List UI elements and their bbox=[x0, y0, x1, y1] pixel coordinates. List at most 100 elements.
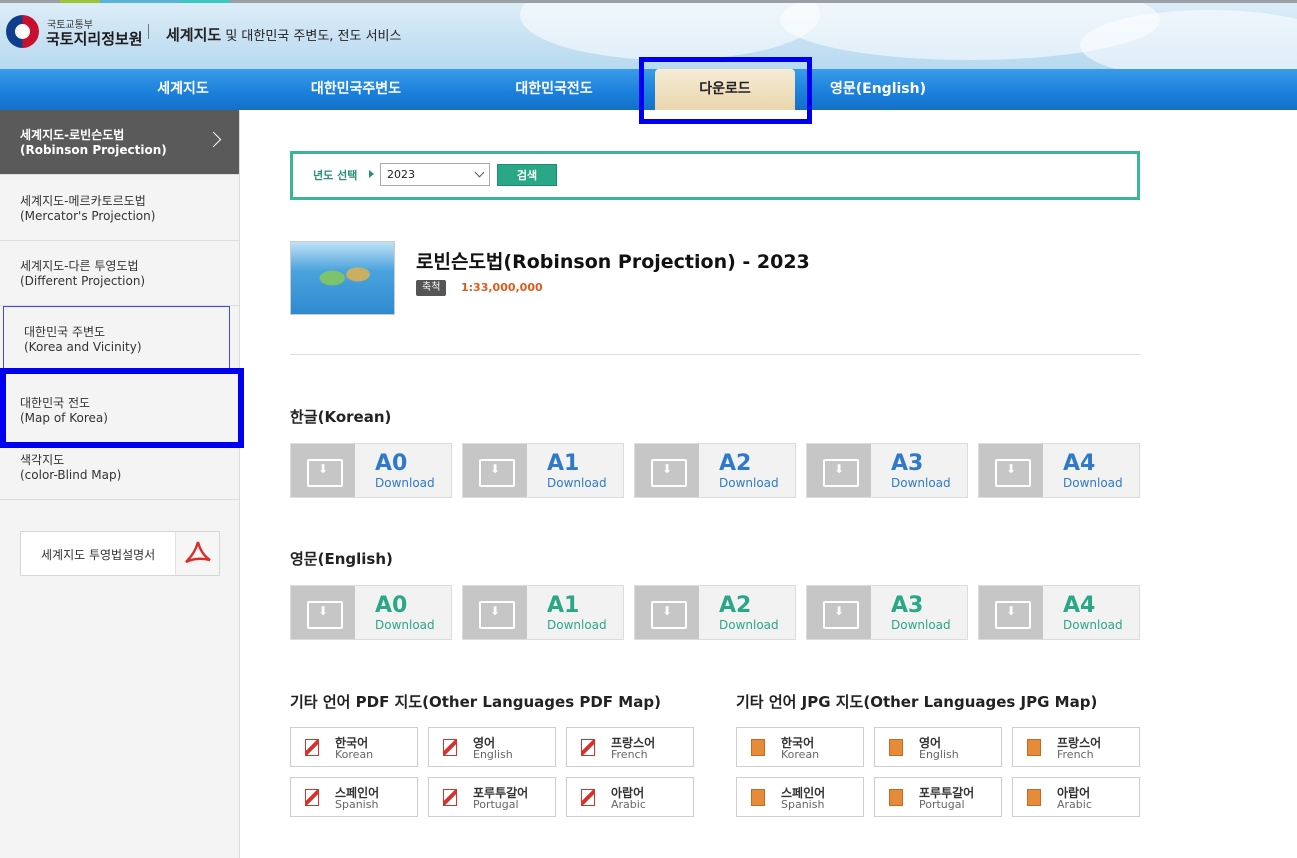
english-download-a1-button[interactable]: A1 Download bbox=[462, 585, 624, 640]
jpg-lang-korean-button[interactable]: 한국어 Korean bbox=[736, 727, 864, 767]
english-download-a2-button[interactable]: A2 Download bbox=[634, 585, 796, 640]
pdf-file-icon bbox=[581, 739, 595, 756]
government-emblem-icon[interactable] bbox=[6, 15, 39, 48]
chevron-down-icon bbox=[474, 167, 485, 178]
sidebar-item-label: 대한민국 전도 bbox=[20, 396, 91, 410]
lang-name-en: Spanish bbox=[781, 798, 825, 811]
jpg-file-icon bbox=[889, 789, 903, 806]
download-folder-icon bbox=[635, 586, 699, 639]
download-folder-icon bbox=[291, 586, 355, 639]
english-download-a3-button[interactable]: A3 Download bbox=[806, 585, 968, 640]
korean-download-a2-button[interactable]: A2 Download bbox=[634, 443, 796, 498]
pdf-file-icon bbox=[305, 739, 319, 756]
jpg-file-icon bbox=[751, 739, 765, 756]
korean-download-a1-button[interactable]: A1 Download bbox=[462, 443, 624, 498]
download-label: Download bbox=[719, 618, 779, 632]
pdf-lang-korean-button[interactable]: 한국어 Korean bbox=[290, 727, 418, 767]
jpg-file-icon bbox=[889, 739, 903, 756]
sidebar-item-label: 대한민국 주변도 bbox=[24, 325, 106, 339]
paper-size: A1 bbox=[547, 593, 580, 618]
sidebar-item-color-blind[interactable]: 색각지도 (color-Blind Map) bbox=[0, 435, 239, 500]
nav-korea-map[interactable]: 대한민국전도 bbox=[496, 69, 612, 110]
service-title-rest: 및 대한민국 주변도, 전도 서비스 bbox=[221, 29, 402, 44]
section-divider bbox=[290, 354, 1140, 355]
jpg-lang-portugal-button[interactable]: 포루투갈어 Portugal bbox=[874, 777, 1002, 817]
sidebar-item-mercator[interactable]: 세계지도-메르카토르도법 (Mercator's Projection) bbox=[0, 176, 239, 241]
download-label: Download bbox=[547, 476, 607, 490]
lang-name-en: Spanish bbox=[335, 798, 379, 811]
agency-logo-text[interactable]: 국토지리정보원 bbox=[46, 28, 143, 49]
jpg-lang-arabic-button[interactable]: 아랍어 Arabic bbox=[1012, 777, 1140, 817]
year-select-value: 2023 bbox=[387, 168, 415, 181]
projection-manual-button[interactable]: 세계지도 투영법설명서 bbox=[20, 531, 220, 576]
jpg-file-icon bbox=[751, 789, 765, 806]
lang-name-en: French bbox=[1057, 748, 1094, 761]
main-nav: 세계지도 대한민국주변도 대한민국전도 영문(English) bbox=[0, 69, 1297, 110]
english-download-a4-button[interactable]: A4 Download bbox=[978, 585, 1140, 640]
download-label: Download bbox=[375, 618, 435, 632]
top-color-stripe bbox=[0, 0, 1297, 3]
other-jpg-section-title: 기타 언어 JPG 지도(Other Languages JPG Map) bbox=[736, 693, 1098, 711]
download-label: Download bbox=[1063, 618, 1123, 632]
sidebar-item-different-projection[interactable]: 세계지도-다른 투영도법 (Different Projection) bbox=[0, 241, 239, 306]
jpg-lang-english-button[interactable]: 영어 English bbox=[874, 727, 1002, 767]
sidebar-item-label: 세계지도-메르카토르도법 bbox=[20, 194, 146, 208]
pdf-lang-arabic-button[interactable]: 아랍어 Arabic bbox=[566, 777, 694, 817]
scale-badge: 축척 bbox=[416, 280, 447, 296]
map-title: 로빈슨도법(Robinson Projection) - 2023 bbox=[416, 251, 810, 273]
sidebar-item-korea-map[interactable]: 대한민국 전도 (Map of Korea) bbox=[0, 378, 239, 443]
download-folder-icon bbox=[463, 586, 527, 639]
jpg-file-icon bbox=[1027, 739, 1041, 756]
pdf-lang-portugal-button[interactable]: 포루투갈어 Portugal bbox=[428, 777, 556, 817]
pdf-lang-french-button[interactable]: 프랑스어 French bbox=[566, 727, 694, 767]
korean-download-a4-button[interactable]: A4 Download bbox=[978, 443, 1140, 498]
projection-manual-label: 세계지도 투영법설명서 bbox=[41, 548, 156, 562]
download-folder-icon bbox=[635, 444, 699, 497]
lang-name-en: English bbox=[473, 748, 513, 761]
nav-korea-vicinity[interactable]: 대한민국주변도 bbox=[290, 69, 422, 110]
search-button[interactable]: 검색 bbox=[497, 164, 557, 186]
lang-name-en: Portugal bbox=[919, 798, 965, 811]
pdf-lang-english-button[interactable]: 영어 English bbox=[428, 727, 556, 767]
nav-download-tab[interactable]: 다운로드 bbox=[655, 69, 795, 110]
paper-size: A4 bbox=[1063, 593, 1096, 618]
lang-name-en: Korean bbox=[335, 748, 374, 761]
paper-size: A0 bbox=[375, 451, 408, 476]
year-filter-label: 년도 선택 bbox=[313, 169, 358, 182]
korean-section-title: 한글(Korean) bbox=[290, 408, 392, 426]
map-thumbnail[interactable] bbox=[290, 241, 395, 315]
korean-download-a3-button[interactable]: A3 Download bbox=[806, 443, 968, 498]
nav-english[interactable]: 영문(English) bbox=[820, 69, 936, 110]
download-label: Download bbox=[547, 618, 607, 632]
header-divider bbox=[148, 24, 149, 39]
year-filter-box: 년도 선택 2023 검색 bbox=[290, 151, 1140, 200]
nav-world-map[interactable]: 세계지도 bbox=[130, 69, 236, 110]
english-section-title: 영문(English) bbox=[290, 550, 393, 568]
pdf-file-icon bbox=[443, 739, 457, 756]
lang-name-en: Korean bbox=[781, 748, 820, 761]
service-title: 세계지도 및 대한민국 주변도, 전도 서비스 bbox=[166, 24, 401, 45]
download-label: Download bbox=[1063, 476, 1123, 490]
sidebar-item-korea-vicinity[interactable]: 대한민국 주변도 (Korea and Vicinity) bbox=[3, 306, 230, 371]
sidebar-item-robinson[interactable]: 세계지도-로빈슨도법 (Robinson Projection) bbox=[0, 110, 239, 175]
triangle-right-icon bbox=[369, 170, 374, 178]
jpg-lang-spanish-button[interactable]: 스페인어 Spanish bbox=[736, 777, 864, 817]
year-select[interactable]: 2023 bbox=[380, 163, 490, 186]
pdf-lang-spanish-button[interactable]: 스페인어 Spanish bbox=[290, 777, 418, 817]
lang-name-en: French bbox=[611, 748, 648, 761]
download-folder-icon bbox=[979, 444, 1043, 497]
scale-value: 1:33,000,000 bbox=[461, 281, 543, 294]
paper-size: A2 bbox=[719, 593, 752, 618]
lang-name-en: Arabic bbox=[611, 798, 646, 811]
pdf-file-icon bbox=[305, 789, 319, 806]
download-label: Download bbox=[719, 476, 779, 490]
download-label: Download bbox=[891, 618, 951, 632]
korean-download-a0-button[interactable]: A0 Download bbox=[290, 443, 452, 498]
download-folder-icon bbox=[979, 586, 1043, 639]
download-label: Download bbox=[891, 476, 951, 490]
jpg-lang-french-button[interactable]: 프랑스어 French bbox=[1012, 727, 1140, 767]
paper-size: A0 bbox=[375, 593, 408, 618]
jpg-file-icon bbox=[1027, 789, 1041, 806]
sidebar-item-sublabel: (Different Projection) bbox=[20, 274, 146, 288]
english-download-a0-button[interactable]: A0 Download bbox=[290, 585, 452, 640]
